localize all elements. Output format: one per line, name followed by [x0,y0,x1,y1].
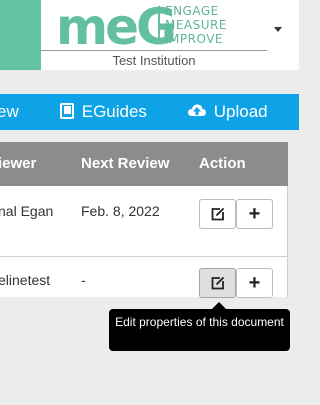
logo-tagline: ENGAGE MEASURE IMPROVE [165,4,227,46]
tooltip-arrow [212,302,226,309]
institution-divider [41,50,267,51]
column-header-reviewer[interactable]: iewer [0,142,36,186]
documents-table: iewer Next Review Action nal Egan Feb. 8… [0,142,288,298]
next-review-cell: - [81,272,86,288]
nav-item-upload[interactable]: Upload [188,94,268,130]
edit-icon [211,276,224,290]
edit-document-button[interactable] [199,268,236,298]
logo-wordmark: meG [56,0,177,56]
nav-item-eguides[interactable]: EGuides [60,94,147,130]
institution-name: Test Institution [112,53,196,68]
edit-icon [211,207,224,221]
row-divider [0,256,288,257]
main-nav: ew EGuides Upload [0,94,299,130]
book-icon [60,103,74,119]
table-header: iewer Next Review Action [0,142,288,186]
nav-item-view-label: ew [0,102,19,121]
reviewer-cell: nal Egan [0,203,54,219]
nav-item-upload-label: Upload [213,102,268,121]
caret-down-icon[interactable] [274,27,282,32]
app-header: meG ENGAGE MEASURE IMPROVE Test Institut… [0,0,299,70]
tagline-engage: ENGAGE [165,4,219,18]
add-button-label: + [248,203,261,225]
add-button[interactable]: + [236,268,273,298]
tagline-measure: MEASURE [165,18,227,32]
column-header-next-review[interactable]: Next Review [81,142,169,186]
edit-document-button[interactable] [199,199,236,229]
nav-item-view[interactable]: ew [0,94,19,130]
add-button-label: + [248,272,261,294]
next-review-cell: Feb. 8, 2022 [81,203,160,219]
logo-divider [158,6,160,44]
column-header-action: Action [199,155,246,172]
cloud-upload-icon [188,104,206,116]
nav-item-eguides-label: EGuides [81,102,147,121]
add-button[interactable]: + [236,199,273,229]
reviewer-cell: elinetest [0,272,51,288]
edit-tooltip: Edit properties of this document [109,309,290,351]
tagline-improve: IMPROVE [165,32,223,46]
logo-card[interactable]: meG ENGAGE MEASURE IMPROVE Test Institut… [41,0,299,70]
